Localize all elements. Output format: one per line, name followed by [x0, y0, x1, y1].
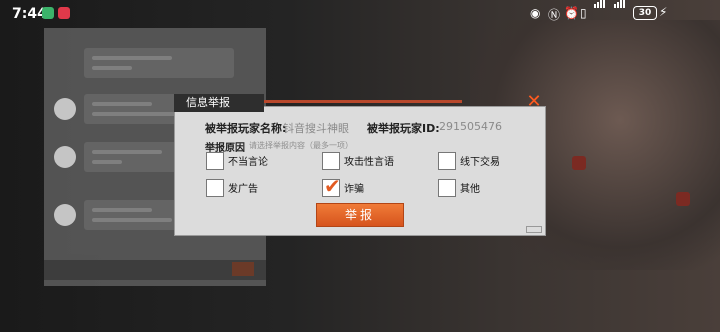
app-notification-icon [58, 7, 70, 19]
header-accent-line [262, 100, 462, 103]
chat-send-button [232, 262, 254, 276]
option-inappropriate-speech[interactable]: 不当言论 [206, 152, 286, 172]
reported-id-value: 291505476 [439, 120, 502, 133]
vibrate-icon: ▯ [580, 6, 587, 20]
battery-icon: 30 [633, 6, 657, 20]
checkbox[interactable] [438, 152, 456, 170]
checkbox[interactable] [206, 152, 224, 170]
nfc-icon: Ⓝ [548, 8, 561, 22]
reason-hint: 请选择举报内容（最多一项） [249, 141, 353, 150]
reported-name-label: 被举报玩家名称: [205, 122, 287, 135]
avatar [54, 146, 76, 168]
alarm-icon: ⏰ [564, 6, 579, 20]
charging-icon: ⚡ [659, 5, 668, 19]
checkbox[interactable] [206, 179, 224, 197]
checkmark-icon: ✔ [324, 174, 341, 198]
option-fraud[interactable]: ✔ 诈骗 [322, 174, 402, 199]
chat-row [84, 48, 254, 94]
option-advertising[interactable]: 发广告 [206, 179, 286, 199]
submit-report-button[interactable]: 举报 [316, 203, 404, 227]
checkbox[interactable]: ✔ [322, 174, 341, 198]
status-bar: 7:44 ◉ Ⓝ ⏰ ▯ 30 ⚡ [0, 0, 720, 28]
option-offline-trade[interactable]: 线下交易 [438, 152, 518, 172]
close-button[interactable]: ✕ [526, 93, 542, 111]
option-other[interactable]: 其他 [438, 179, 518, 199]
checkbox[interactable] [438, 179, 456, 197]
avatar [54, 98, 76, 120]
app-notification-icon [42, 7, 54, 19]
reported-id-label: 被举报玩家ID: [367, 122, 440, 135]
option-offensive-language[interactable]: 攻击性言语 [322, 152, 412, 172]
dialog-title: 信息举报 [174, 94, 264, 112]
reported-name-value: 钭音搜斗神眼 [283, 122, 349, 135]
corner-decoration [526, 226, 542, 233]
checkbox[interactable] [322, 152, 340, 170]
eye-icon: ◉ [530, 6, 541, 20]
avatar [54, 204, 76, 226]
